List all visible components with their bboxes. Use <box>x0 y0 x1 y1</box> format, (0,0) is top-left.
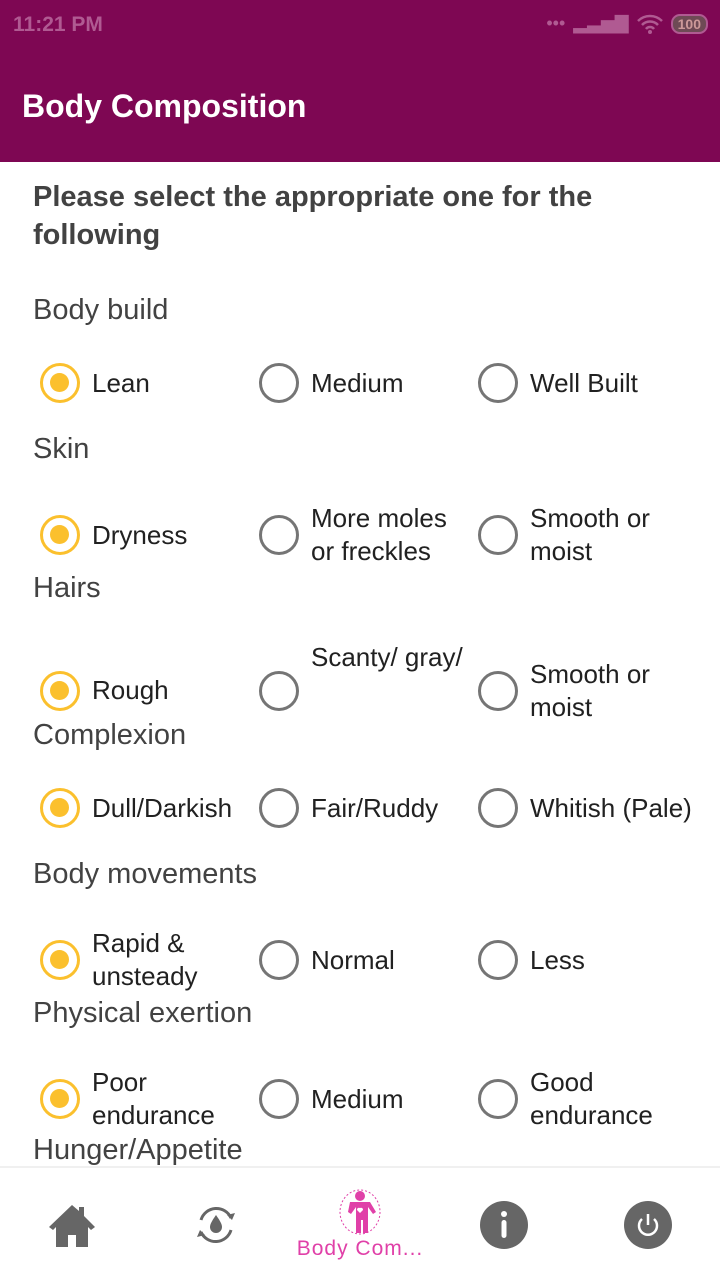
option-label: Well Built <box>530 367 638 398</box>
radio-button[interactable] <box>40 363 80 403</box>
radio-button[interactable] <box>40 670 80 711</box>
more-icon: ••• <box>546 13 566 33</box>
radio-option[interactable]: Well Built <box>478 363 697 403</box>
option-label: Rapid & unsteady <box>92 928 198 991</box>
radio-option[interactable]: Dull/Darkish <box>40 788 259 828</box>
radio-button[interactable] <box>40 788 80 828</box>
radio-button[interactable] <box>259 363 299 403</box>
body-icon <box>339 1189 381 1235</box>
radio-button[interactable] <box>259 515 299 555</box>
radio-group: Rapid & unsteady Normal Less <box>40 927 697 993</box>
home-icon <box>49 1205 95 1247</box>
option-label: Smooth or moist <box>530 658 650 722</box>
question-label: Complexion <box>33 719 187 751</box>
radio-button[interactable] <box>40 940 80 980</box>
radio-option[interactable]: Medium <box>259 363 478 403</box>
option-label: Less <box>530 944 585 975</box>
option-label: Medium <box>311 367 404 398</box>
wifi-icon <box>636 14 663 34</box>
radio-option[interactable]: Good endurance <box>478 1066 697 1132</box>
status-bar: 11:21 PM ••• ▂▃▅▇ 100 <box>0 0 720 54</box>
radio-option[interactable]: Scanty/ gray/ <box>259 641 478 740</box>
radio-option[interactable]: Fair/Ruddy <box>259 788 478 828</box>
bottom-nav: Body Com... <box>0 1166 720 1280</box>
battery-icon: 100 <box>670 13 708 34</box>
water-cycle-icon <box>197 1207 235 1243</box>
nav-home[interactable] <box>0 1168 144 1282</box>
option-label: Rough <box>92 675 169 705</box>
question-label: Hunger/Appetite <box>33 1134 243 1166</box>
option-label: Fair/Ruddy <box>311 792 439 823</box>
questionnaire[interactable]: Please select the appropriate one for th… <box>0 162 720 1166</box>
nav-logout[interactable] <box>576 1168 720 1282</box>
radio-option[interactable]: Poor endurance <box>40 1066 259 1132</box>
option-label: More moles or freckles <box>311 503 447 566</box>
radio-button[interactable] <box>478 670 518 711</box>
radio-option[interactable]: Medium <box>259 1066 478 1132</box>
option-label: Whitish (Pale) <box>530 792 692 823</box>
option-label: Lean <box>92 367 150 398</box>
option-label: Poor endurance <box>92 1067 215 1130</box>
radio-option[interactable]: Dryness <box>40 502 259 568</box>
radio-option[interactable]: Less <box>478 927 697 993</box>
info-icon <box>480 1201 528 1249</box>
option-label: Medium <box>311 1083 404 1114</box>
question-label: Physical exertion <box>33 997 253 1029</box>
radio-option[interactable]: Smooth or moist <box>478 641 697 740</box>
radio-group: Dull/Darkish Fair/Ruddy Whitish (Pale) <box>40 788 697 828</box>
radio-button[interactable] <box>478 940 518 980</box>
nav-water-cycle[interactable] <box>144 1168 288 1282</box>
radio-button[interactable] <box>259 670 299 711</box>
nav-info[interactable] <box>432 1168 576 1282</box>
option-label: Good endurance <box>530 1067 653 1130</box>
nav-label: Body Com... <box>296 1237 424 1260</box>
page-title: Body Composition <box>22 88 307 124</box>
nav-body-composition[interactable]: Body Com... <box>288 1168 432 1282</box>
question-label: Hairs <box>33 572 101 604</box>
radio-button[interactable] <box>40 515 80 555</box>
radio-group: Lean Medium Well Built <box>40 363 697 403</box>
radio-option[interactable]: Normal <box>259 927 478 993</box>
option-label: Dull/Darkish <box>92 792 233 823</box>
radio-option[interactable]: Lean <box>40 363 259 403</box>
radio-group: Dryness More moles or freckles Smooth or m… <box>40 502 697 568</box>
radio-button[interactable] <box>40 1079 80 1119</box>
option-label: Scanty/ gray/ <box>311 642 463 672</box>
status-time: 11:21 PM <box>13 13 103 36</box>
radio-button[interactable] <box>478 363 518 403</box>
radio-option[interactable]: More moles or freckles <box>259 502 478 568</box>
radio-button[interactable] <box>259 1079 299 1119</box>
option-label: Normal <box>311 944 395 975</box>
option-label: Dryness <box>92 519 188 550</box>
radio-option[interactable]: Smooth or moist <box>478 502 697 568</box>
question-label: Body build <box>33 294 169 326</box>
radio-option[interactable]: Whitish (Pale) <box>478 788 697 828</box>
option-label: Smooth or moist <box>530 503 650 566</box>
instructions: Please select the appropriate one for th… <box>33 181 593 251</box>
radio-button[interactable] <box>478 515 518 555</box>
power-icon <box>624 1201 672 1249</box>
signal-icon: ▂▃▅▇ <box>573 13 629 33</box>
radio-button[interactable] <box>478 788 518 828</box>
radio-button[interactable] <box>478 1079 518 1119</box>
question-label: Body movements <box>33 858 258 890</box>
app-bar: Body Composition <box>0 54 720 162</box>
radio-group: Poor endurance Medium Good endurance <box>40 1066 697 1132</box>
status-icons: ••• ▂▃▅▇ 100 <box>546 13 708 34</box>
question-label: Skin <box>33 433 90 465</box>
radio-button[interactable] <box>259 788 299 828</box>
radio-option[interactable]: Rapid & unsteady <box>40 927 259 993</box>
radio-button[interactable] <box>259 940 299 980</box>
